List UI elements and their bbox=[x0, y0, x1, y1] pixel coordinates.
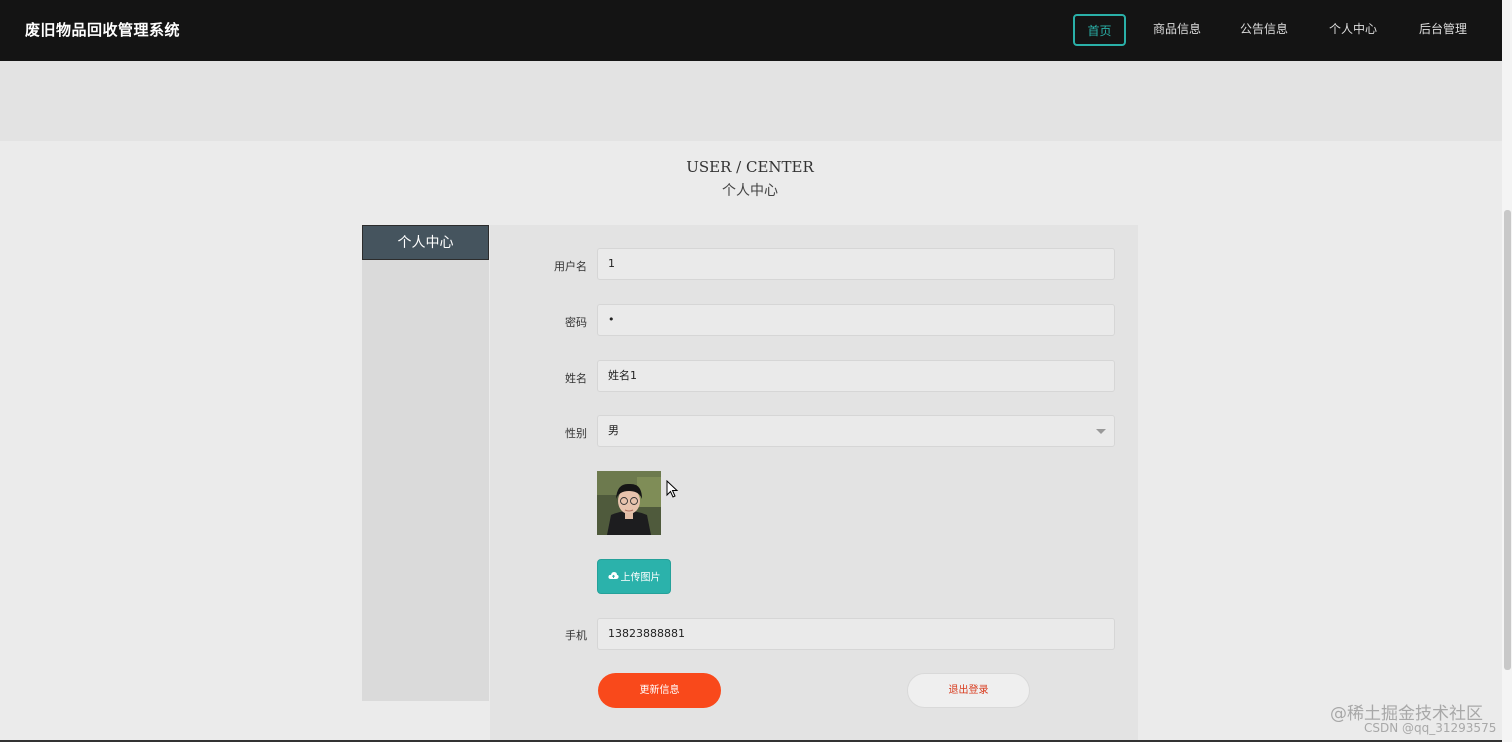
phone-input[interactable]: 13823888881 bbox=[597, 618, 1115, 650]
nav-announcements[interactable]: 公告信息 bbox=[1233, 14, 1295, 46]
cloud-upload-icon bbox=[607, 560, 619, 595]
banner-area bbox=[0, 61, 1502, 141]
name-input[interactable]: 姓名1 bbox=[597, 360, 1115, 392]
scrollbar-thumb[interactable] bbox=[1504, 210, 1511, 670]
avatar bbox=[597, 471, 661, 535]
gender-selected-value: 男 bbox=[608, 424, 619, 437]
nav-user-center[interactable]: 个人中心 bbox=[1322, 14, 1384, 46]
gender-label: 性别 bbox=[565, 427, 587, 440]
profile-form-panel bbox=[490, 225, 1138, 742]
password-input[interactable]: • bbox=[597, 304, 1115, 336]
name-label: 姓名 bbox=[565, 372, 587, 385]
upload-image-label: 上传图片 bbox=[620, 572, 661, 584]
password-label: 密码 bbox=[565, 316, 587, 329]
avatar-photo bbox=[597, 471, 661, 535]
watermark-csdn: CSDN @qq_31293575 bbox=[1364, 721, 1497, 735]
phone-label: 手机 bbox=[565, 629, 587, 642]
logout-button[interactable]: 退出登录 bbox=[907, 673, 1030, 708]
upload-image-button[interactable]: 上传图片 bbox=[597, 559, 671, 594]
mouse-cursor-icon bbox=[666, 479, 680, 498]
nav-home[interactable]: 首页 bbox=[1073, 14, 1126, 46]
nav-products[interactable]: 商品信息 bbox=[1146, 14, 1208, 46]
nav-admin[interactable]: 后台管理 bbox=[1412, 14, 1474, 46]
site-brand[interactable]: 废旧物品回收管理系统 bbox=[25, 19, 180, 40]
update-info-button[interactable]: 更新信息 bbox=[598, 673, 721, 708]
section-title-en: USER / CENTER bbox=[686, 158, 814, 176]
sidebar bbox=[362, 225, 489, 701]
username-input[interactable]: 1 bbox=[597, 248, 1115, 280]
section-title-cn: 个人中心 bbox=[722, 183, 778, 199]
username-label: 用户名 bbox=[554, 260, 587, 273]
top-navbar: 废旧物品回收管理系统 首页 商品信息 公告信息 个人中心 后台管理 bbox=[0, 0, 1502, 61]
sidebar-item-user-center[interactable]: 个人中心 bbox=[362, 225, 489, 260]
chevron-down-icon bbox=[1096, 429, 1106, 434]
gender-select[interactable]: 男 bbox=[597, 415, 1115, 447]
